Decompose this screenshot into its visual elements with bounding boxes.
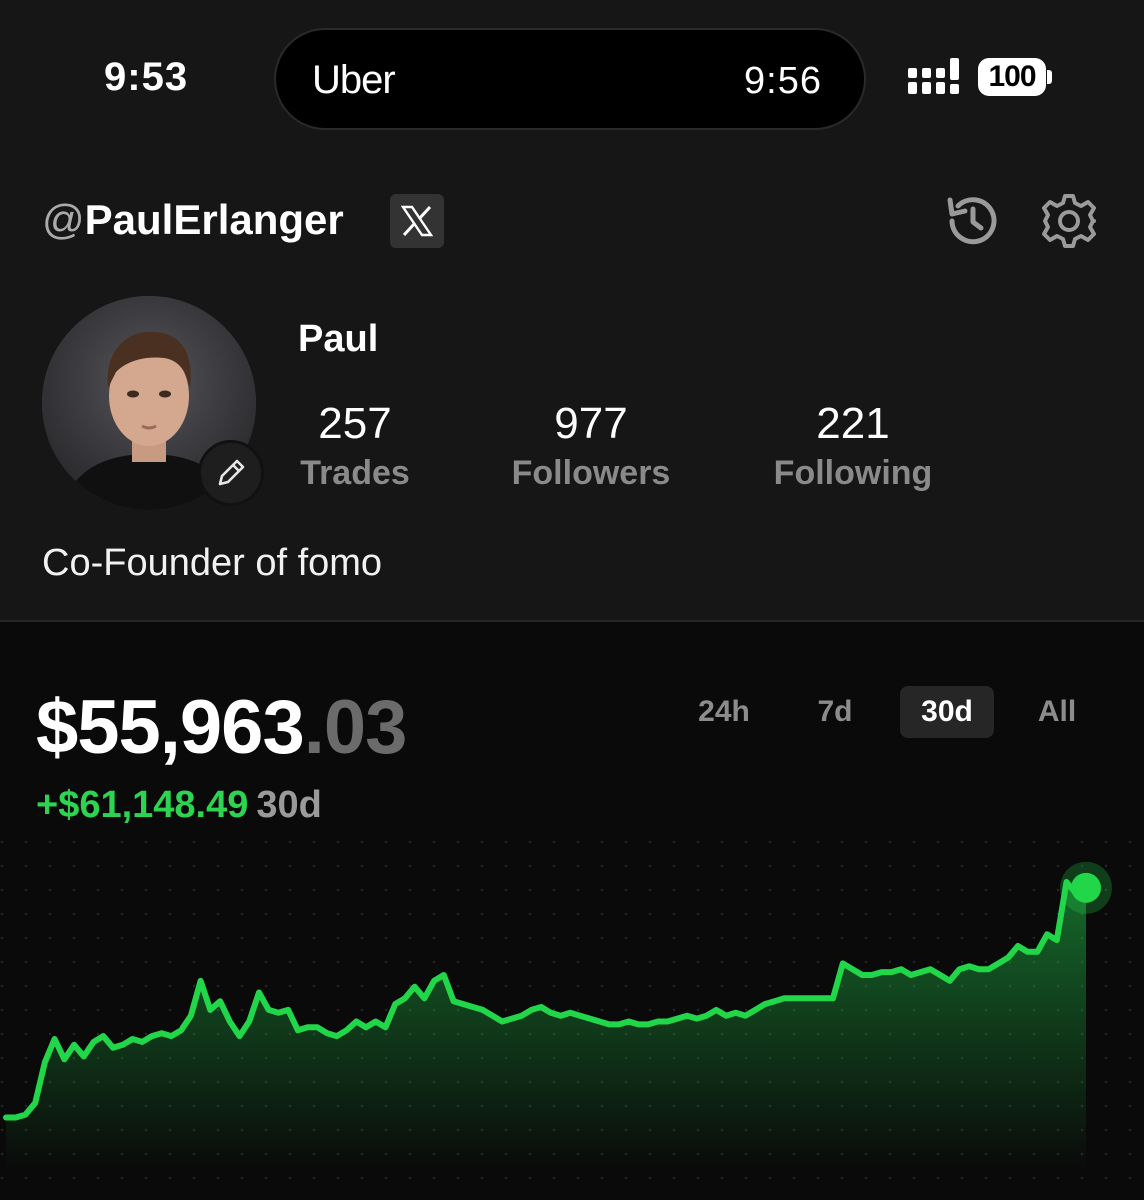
battery-tip [1047, 70, 1052, 84]
tab-30d[interactable]: 30d [900, 686, 994, 738]
signal-icon [908, 58, 959, 94]
stat-label: Trades [300, 454, 410, 492]
stat-value: 257 [318, 399, 392, 448]
pencil-icon [218, 459, 245, 486]
change-amount: +$61,148.49 [36, 784, 249, 826]
handle-name: PaulErlanger [84, 196, 344, 243]
island-eta: 9:56 [744, 60, 822, 102]
gear-icon[interactable] [1040, 192, 1098, 250]
portfolio-chart[interactable] [0, 840, 1144, 1200]
change-period: 30d [256, 784, 322, 826]
battery-level: 100 [978, 58, 1046, 96]
handle-at: @ [42, 196, 85, 243]
stat-label: Following [773, 454, 933, 492]
stat-following[interactable]: 221 Following [743, 398, 963, 496]
profile-bio: Co-Founder of fomo [42, 542, 383, 584]
balance-main: $55,963 [36, 685, 305, 770]
tab-7d[interactable]: 7d [790, 686, 880, 738]
status-time: 9:53 [104, 55, 189, 99]
dynamic-island[interactable]: Uber 9:56 [274, 28, 866, 130]
x-logo-icon[interactable] [390, 194, 444, 248]
portfolio-change: +$61,148.49 30d [36, 784, 322, 827]
tab-24h[interactable]: 24h [678, 686, 770, 738]
island-app-name: Uber [312, 58, 396, 102]
battery-indicator: 100 [978, 58, 1052, 96]
stat-label: Followers [511, 454, 671, 492]
stat-trades[interactable]: 257 Trades [245, 398, 465, 496]
stat-followers[interactable]: 977 Followers [481, 398, 701, 496]
range-tabs: 24h 7d 30d All [678, 686, 1098, 738]
history-icon[interactable] [944, 192, 1002, 250]
portfolio-balance: $55,963.03 [36, 684, 408, 771]
username-handle: @PaulErlanger [42, 196, 344, 244]
stat-value: 221 [816, 399, 890, 448]
display-name: Paul [298, 318, 379, 360]
x-logo-glyph [400, 205, 434, 237]
chart-endpoint-dot[interactable] [1071, 872, 1101, 903]
stat-value: 977 [554, 399, 628, 448]
tab-all[interactable]: All [1014, 686, 1100, 738]
balance-cents: .03 [303, 685, 408, 770]
